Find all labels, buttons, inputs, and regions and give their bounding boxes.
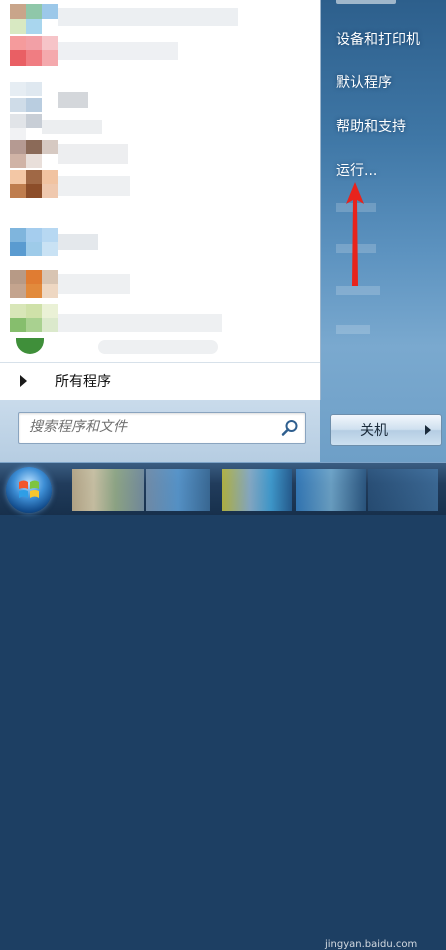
all-programs-label: 所有程序 (55, 374, 111, 390)
shutdown-button[interactable]: 关机 (330, 414, 418, 446)
taskbar: jingyan.baidu.com (0, 462, 446, 950)
search-icon[interactable] (281, 419, 299, 437)
run-link[interactable]: 运行... (336, 160, 377, 180)
watermark-text: jingyan.baidu.com (325, 939, 418, 950)
taskbar-app-button[interactable] (368, 469, 438, 511)
list-item[interactable] (10, 82, 240, 112)
list-item[interactable] (10, 140, 240, 170)
chevron-right-icon (425, 425, 431, 435)
default-programs-link[interactable]: 默认程序 (336, 72, 392, 92)
taskbar-app-button[interactable] (146, 469, 210, 511)
list-item[interactable] (10, 4, 240, 34)
partially-visible-item (336, 0, 396, 4)
list-item-label (98, 340, 218, 354)
annotation-arrow-icon (346, 182, 364, 286)
windows-logo-icon (19, 480, 39, 498)
shutdown-label: 关机 (360, 423, 388, 439)
all-programs-button[interactable]: 所有程序 (0, 362, 320, 399)
taskbar-app-button[interactable] (72, 469, 144, 511)
list-item[interactable] (10, 304, 240, 334)
system-links-pane: 设备和打印机 默认程序 帮助和支持 运行... 关机 (320, 0, 446, 462)
taskbar-app-button[interactable] (222, 469, 292, 511)
search-box[interactable] (18, 412, 306, 444)
search-area (0, 400, 320, 462)
background-remnant (336, 286, 380, 295)
background-remnant (336, 325, 370, 334)
list-item[interactable] (10, 270, 240, 300)
programs-pane: 所有程序 (0, 0, 321, 400)
devices-and-printers-link[interactable]: 设备和打印机 (336, 29, 420, 49)
search-input[interactable] (19, 413, 289, 441)
expand-arrow-icon (20, 375, 27, 387)
start-button[interactable] (6, 467, 52, 513)
list-item[interactable] (10, 170, 240, 200)
pinned-programs-list (0, 0, 320, 355)
list-item-icon (16, 338, 44, 354)
list-item[interactable] (10, 36, 240, 66)
shutdown-options-button[interactable] (417, 414, 442, 446)
help-and-support-link[interactable]: 帮助和支持 (336, 116, 406, 136)
taskbar-app-button[interactable] (296, 469, 366, 511)
list-item[interactable] (10, 228, 240, 258)
